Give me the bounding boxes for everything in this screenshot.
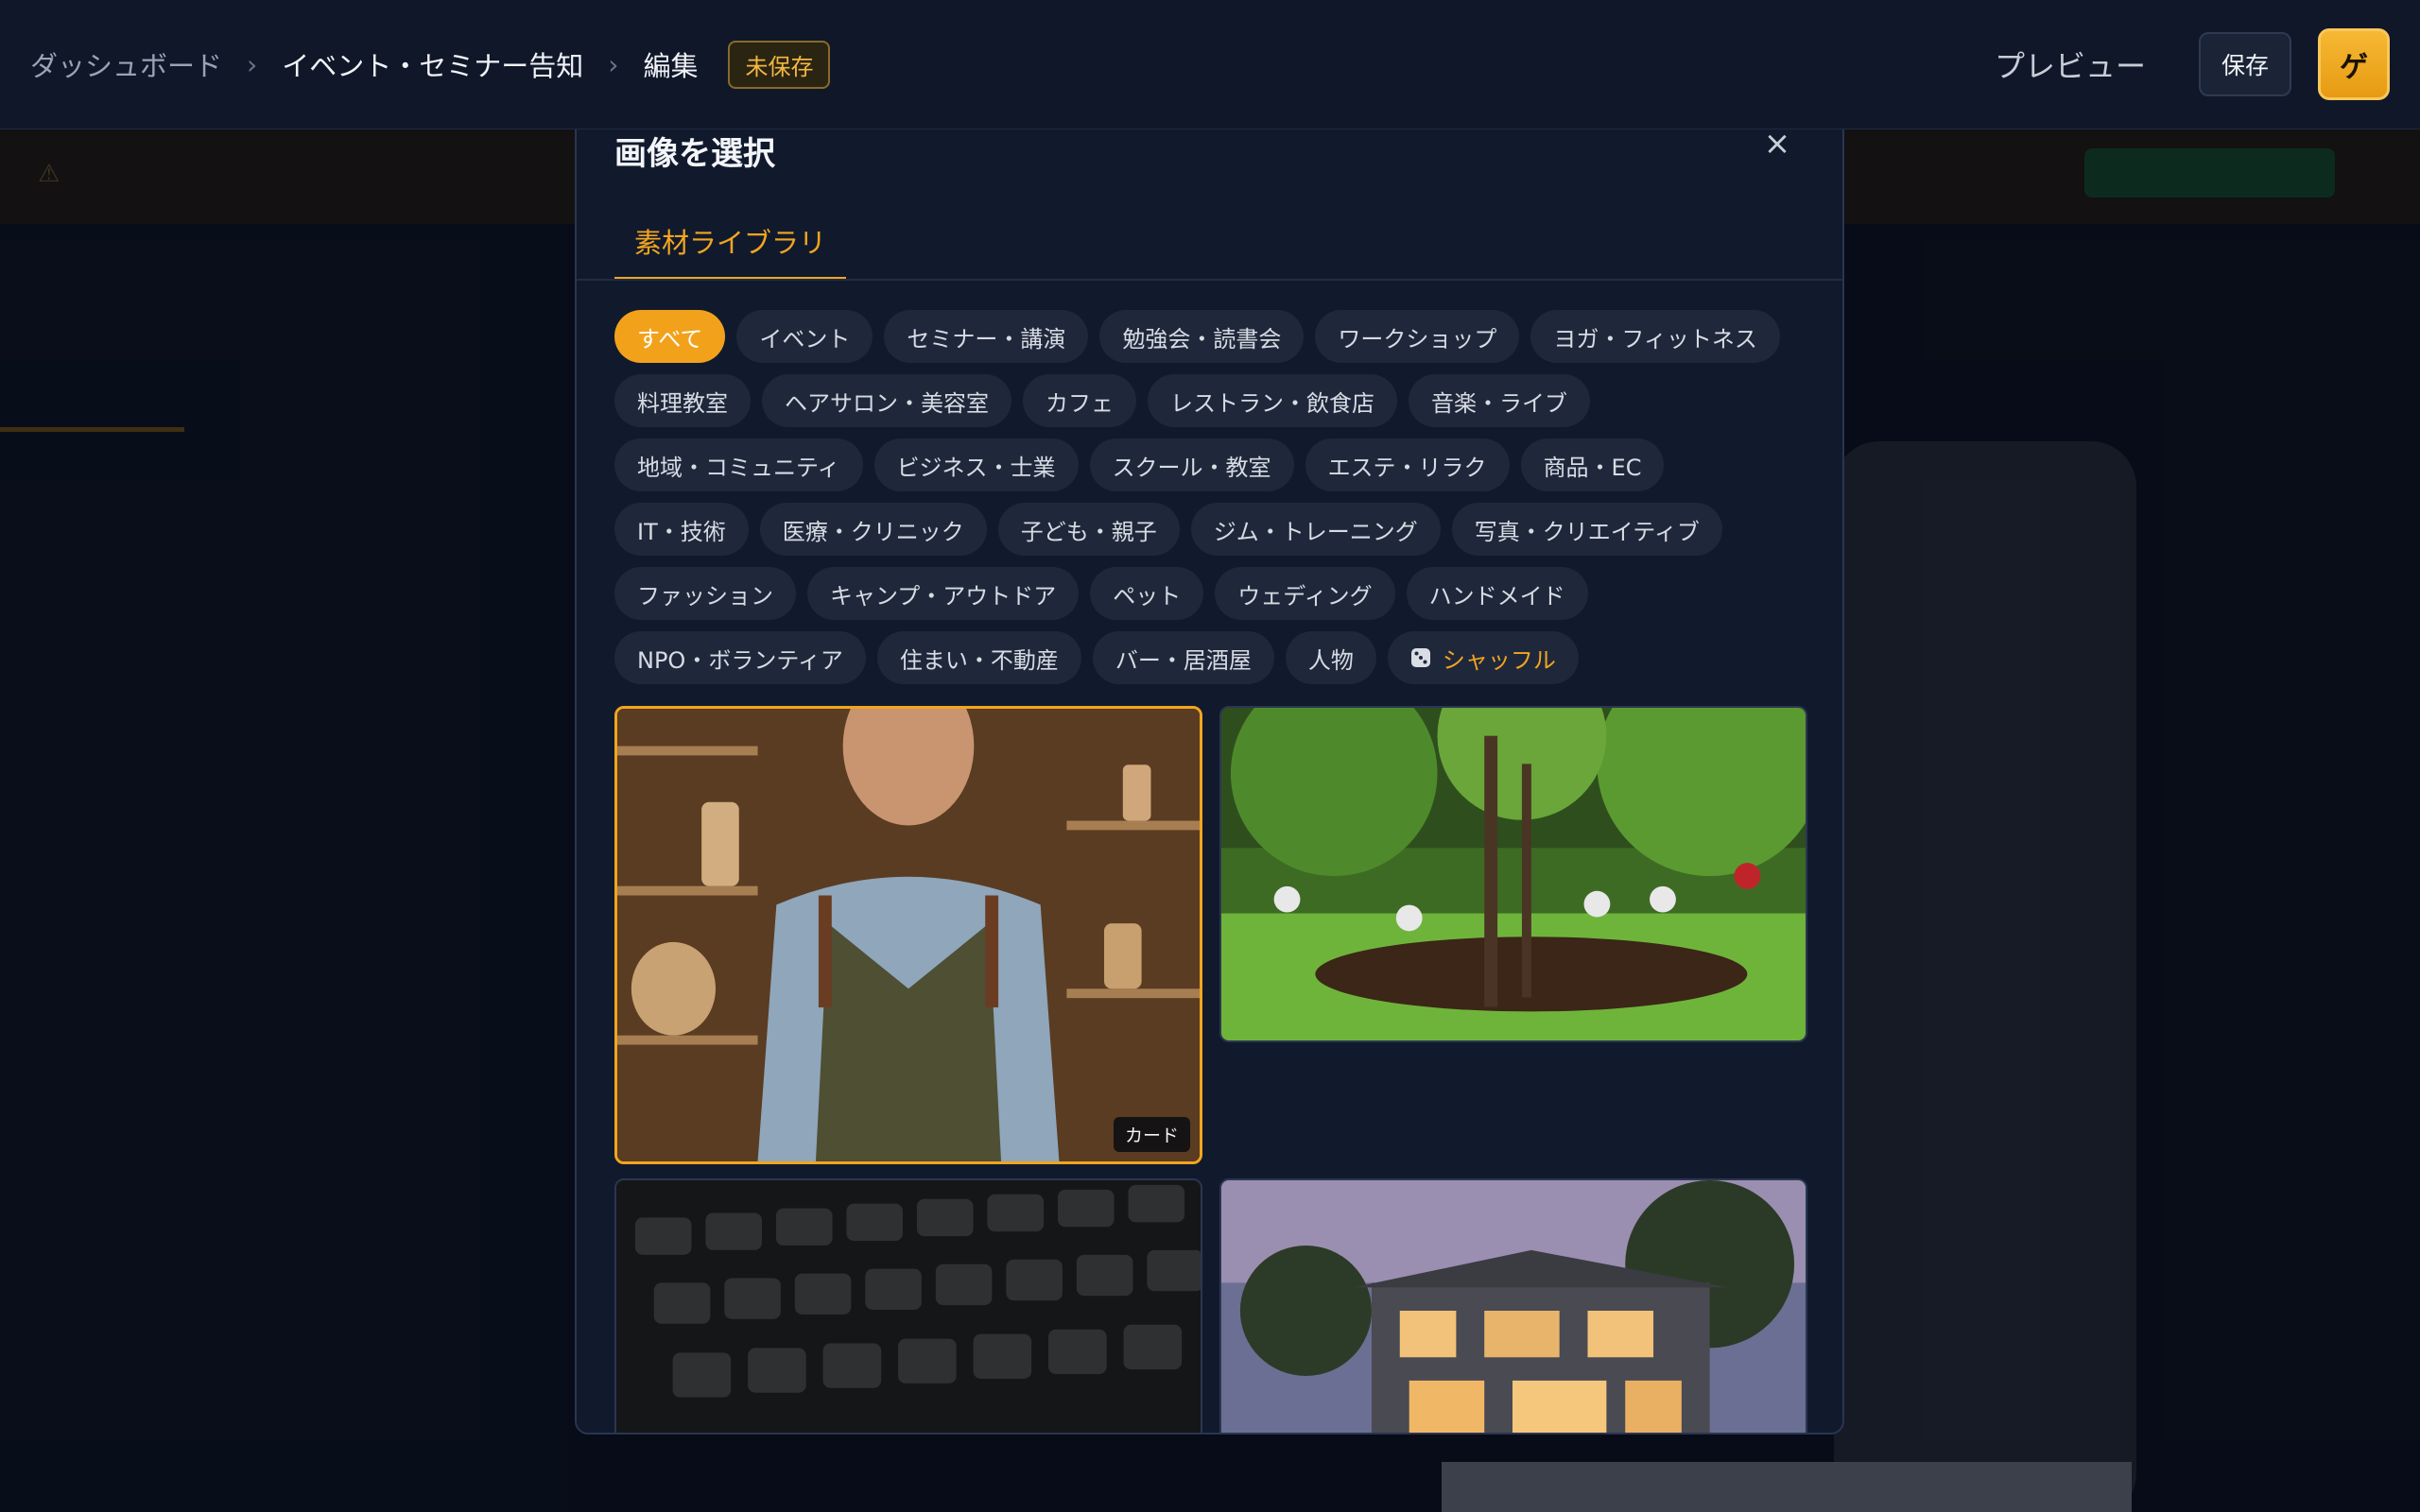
category-chip[interactable]: 音楽・ライブ	[1409, 374, 1590, 427]
category-chip[interactable]: 地域・コミュニティ	[614, 438, 863, 491]
category-chip[interactable]: 住まい・不動産	[876, 631, 1081, 684]
image-thumbnail-craftsman[interactable]: カード	[614, 706, 1202, 1164]
category-chip[interactable]: ワークショップ	[1315, 310, 1520, 363]
category-chip[interactable]: 写真・クリエイティブ	[1451, 503, 1722, 556]
category-filter: すべて イベント セミナー・講演 勉強会・読書会 ワークショップ ヨガ・フィット…	[614, 310, 1815, 696]
shuffle-label: シャッフル	[1442, 646, 1556, 674]
breadcrumb-dashboard[interactable]: ダッシュボード	[30, 44, 222, 84]
category-chip[interactable]: 人物	[1285, 631, 1376, 684]
category-chip[interactable]: 商品・EC	[1520, 438, 1665, 491]
category-chip[interactable]: ヨガ・フィットネス	[1530, 310, 1780, 363]
category-chip[interactable]: ヘアサロン・美容室	[762, 374, 1011, 427]
craftsman-image	[617, 709, 1200, 1161]
category-chip[interactable]: エステ・リラク	[1305, 438, 1510, 491]
chevron-right-icon: ›	[608, 48, 619, 80]
keyboard-image	[616, 1180, 1201, 1433]
header-actions: プレビュー 保存 ゲ	[1995, 28, 2390, 100]
category-chip[interactable]: セミナー・講演	[884, 310, 1089, 363]
image-picker-modal: 画像を選択 × 素材ライブラリ すべて イベント セミナー・講演 勉強会・読書会…	[575, 94, 1844, 1435]
breadcrumb-edit: 編集	[643, 50, 699, 82]
category-chip-all[interactable]: すべて	[614, 310, 726, 363]
preview-button[interactable]: プレビュー	[1995, 43, 2146, 86]
category-row: IT・技術 医療・クリニック 子ども・親子 ジム・トレーニング 写真・クリエイテ…	[614, 503, 1815, 556]
save-button[interactable]: 保存	[2198, 32, 2291, 96]
category-row: 料理教室 ヘアサロン・美容室 カフェ レストラン・飲食店 音楽・ライブ	[614, 374, 1815, 427]
category-row: NPO・ボランティア 住まい・不動産 バー・居酒屋 人物 シャッフル	[614, 631, 1815, 684]
category-chip[interactable]: IT・技術	[614, 503, 749, 556]
category-chip[interactable]: 料理教室	[614, 374, 751, 427]
category-chip[interactable]: イベント	[736, 310, 873, 363]
close-icon[interactable]: ×	[1758, 125, 1796, 163]
category-chip[interactable]: 勉強会・読書会	[1099, 310, 1305, 363]
chevron-right-icon: ›	[247, 48, 258, 80]
top-bar: ダッシュボード › イベント・セミナー告知 › 編集 未保存 プレビュー 保存 …	[0, 0, 2420, 129]
breadcrumb-page[interactable]: イベント・セミナー告知	[282, 44, 583, 84]
category-chip[interactable]: ハンドメイド	[1406, 567, 1588, 620]
image-thumbnail-tree-planting[interactable]	[1219, 706, 1807, 1042]
category-chip[interactable]: ファッション	[614, 567, 796, 620]
category-chip[interactable]: ビジネス・士業	[873, 438, 1079, 491]
image-badge: カード	[1113, 1117, 1190, 1152]
category-chip[interactable]: バー・居酒屋	[1092, 631, 1274, 684]
category-chip[interactable]: ジム・トレーニング	[1190, 503, 1441, 556]
image-thumbnail-keyboard[interactable]	[614, 1178, 1202, 1433]
category-chip[interactable]: ペット	[1090, 567, 1204, 620]
modal-title: 画像を選択	[614, 135, 775, 173]
shuffle-button[interactable]: シャッフル	[1387, 631, 1579, 684]
category-chip[interactable]: 医療・クリニック	[759, 503, 987, 556]
category-chip[interactable]: キャンプ・アウトドア	[807, 567, 1080, 620]
category-row: ファッション キャンプ・アウトドア ペット ウェディング ハンドメイド	[614, 567, 1815, 620]
category-chip[interactable]: 子ども・親子	[997, 503, 1180, 556]
tab-divider	[577, 279, 1842, 281]
tab-material-library[interactable]: 素材ライブラリ	[614, 219, 846, 281]
category-row: すべて イベント セミナー・講演 勉強会・読書会 ワークショップ ヨガ・フィット…	[614, 310, 1815, 363]
unsaved-badge: 未保存	[728, 40, 831, 89]
publish-button[interactable]: ゲ	[2318, 28, 2390, 100]
category-chip[interactable]: NPO・ボランティア	[614, 631, 866, 684]
dice-icon	[1410, 648, 1430, 667]
house-image	[1221, 1180, 1806, 1433]
image-thumbnail-house[interactable]	[1219, 1178, 1807, 1433]
category-row: 地域・コミュニティ ビジネス・士業 スクール・教室 エステ・リラク 商品・EC	[614, 438, 1815, 491]
tree-planting-image	[1221, 708, 1806, 1040]
category-chip[interactable]: ウェディング	[1215, 567, 1395, 620]
category-chip[interactable]: カフェ	[1023, 374, 1136, 427]
category-chip[interactable]: レストラン・飲食店	[1148, 374, 1397, 427]
category-chip[interactable]: スクール・教室	[1089, 438, 1294, 491]
